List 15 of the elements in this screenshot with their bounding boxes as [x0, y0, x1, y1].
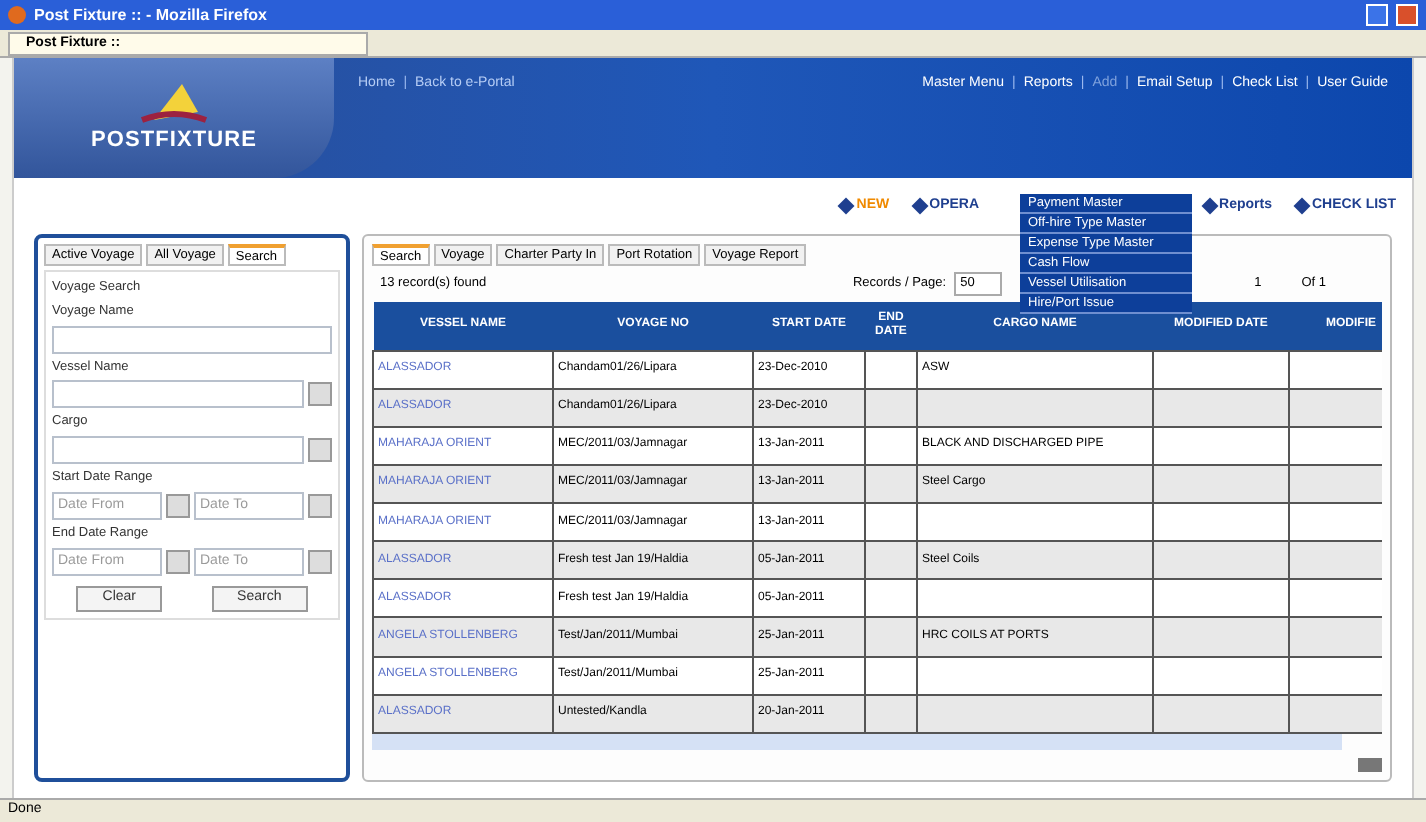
- lookup-button[interactable]: [308, 382, 332, 407]
- lookup-button[interactable]: [308, 438, 332, 462]
- logo-text: POSTFIXTURE: [90, 125, 258, 156]
- text-field[interactable]: [52, 325, 332, 353]
- close-button[interactable]: [1396, 4, 1418, 26]
- lookup-button[interactable]: [308, 549, 332, 573]
- text-field[interactable]: [52, 436, 304, 464]
- lookup-button[interactable]: [166, 493, 190, 518]
- window-title: Post Fixture :: - Mozilla Firefox: [34, 3, 267, 27]
- lookup-button[interactable]: [166, 549, 190, 573]
- minimize-button[interactable]: [1366, 4, 1388, 26]
- sail-logo-icon: [138, 79, 210, 124]
- text-field[interactable]: [52, 380, 304, 409]
- horizontal-scrollbar[interactable]: [372, 734, 1342, 750]
- lookup-button[interactable]: [308, 493, 332, 518]
